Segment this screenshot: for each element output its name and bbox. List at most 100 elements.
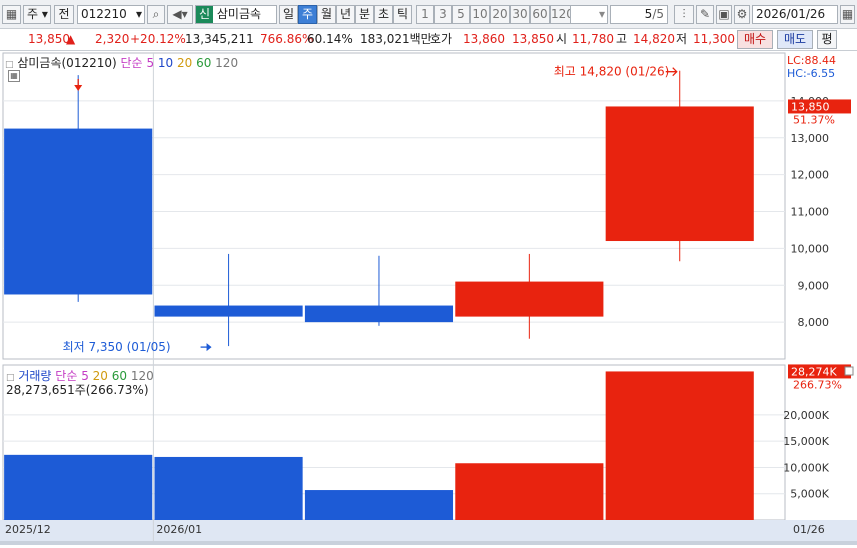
chevron-down-icon: ▾ — [135, 7, 142, 21]
period-button[interactable]: 일 — [279, 5, 298, 24]
period-button[interactable]: 월 — [317, 5, 336, 24]
period-button[interactable]: 틱 — [393, 5, 412, 24]
price-tick-label: 10,000 — [791, 242, 830, 255]
price-tick-label: 11,000 — [791, 206, 830, 219]
chart-canvas[interactable]: 8,0009,00010,00011,00012,00013,00014,000… — [0, 51, 857, 545]
chevron-down-icon: ▾ — [38, 7, 48, 21]
new-listing-badge: 신 — [196, 6, 214, 23]
high-annotation: 최고 14,820 (01/26) — [554, 65, 670, 79]
ma-period-label[interactable]: 20 — [173, 56, 192, 70]
open-price: 11,780 — [572, 32, 614, 46]
up-arrow-icon: ▲ — [66, 32, 76, 46]
bid-label: 호가 — [430, 32, 453, 46]
date-input[interactable]: 2026/01/26 — [752, 5, 838, 24]
market-select[interactable]: 주 ▾ — [23, 5, 51, 24]
price-tick-label: 13,000 — [791, 132, 830, 145]
interval-button[interactable]: 3 — [434, 5, 452, 24]
stock-name: 삼미금속 — [216, 7, 262, 21]
speaker-icon[interactable]: ◀▾ — [167, 5, 193, 24]
period-button[interactable]: 분 — [355, 5, 374, 24]
interval-select[interactable]: ▾ — [570, 5, 608, 24]
current-volume-pct: 266.73% — [793, 378, 842, 391]
volume-tick-label: 20,000K — [783, 409, 829, 422]
candle-body — [4, 128, 153, 295]
interval-button[interactable]: 30 — [510, 5, 530, 24]
quote-bar: 13,850 ▲ 2,320 +20.12% 13,345,211 766.86… — [0, 29, 857, 51]
turnover-rate: 60.14% — [307, 32, 353, 46]
high-label: 고 — [616, 32, 628, 46]
panel-collapse-icon[interactable]: □ — [5, 60, 14, 70]
chart-area: 8,0009,00010,00011,00012,00013,00014,000… — [0, 51, 857, 545]
volume-bar — [455, 463, 604, 520]
market-label: 주 — [27, 7, 39, 21]
ma-period-label[interactable]: 5 — [146, 56, 154, 70]
prev-button[interactable]: 전 — [54, 5, 74, 24]
table-icon[interactable]: ▦ — [8, 70, 20, 82]
search-icon[interactable]: ⌕ — [147, 5, 165, 24]
current-volume-label: 28,274K — [791, 365, 837, 378]
code-value: 012210 — [81, 7, 127, 21]
candle-body — [455, 281, 604, 317]
price-panel-title: 삼미금속(012210) — [17, 56, 117, 70]
trade-amount: 183,021백만 — [360, 32, 432, 46]
volume-tick-label: 10,000K — [783, 461, 829, 474]
ma-period-label[interactable]: 120 — [211, 56, 238, 70]
ma-period-label[interactable]: 60 — [192, 56, 211, 70]
volume-bar — [304, 490, 454, 520]
volume-bar — [4, 454, 153, 520]
interval-button[interactable]: 1 — [416, 5, 434, 24]
bid-price: 13,850 — [512, 32, 554, 46]
volume-tick-label: 15,000K — [783, 435, 829, 448]
calendar-icon[interactable]: ▦ — [840, 5, 855, 24]
volume-ratio: 766.86% — [260, 32, 314, 46]
indicator-icon[interactable]: ⫶ — [674, 5, 694, 24]
gear-icon[interactable]: ⚙ — [734, 5, 750, 24]
price-legend: □ 삼미금속(012210) 단순 5 10 20 60 120 — [5, 54, 238, 71]
low-annotation: 최저 7,350 (01/05) — [63, 340, 171, 354]
price-tick-label: 9,000 — [798, 279, 830, 292]
page-total: /5 — [652, 7, 664, 21]
save-icon[interactable]: ▣ — [716, 5, 732, 24]
hc-label: HC:-6.55 — [787, 67, 835, 80]
volume-bar — [154, 456, 303, 520]
page-field[interactable]: 5/5 — [610, 5, 668, 24]
candle-body — [605, 106, 754, 242]
ma-period-label[interactable]: 10 — [154, 56, 173, 70]
high-price: 14,820 — [633, 32, 675, 46]
interval-button[interactable]: 20 — [490, 5, 510, 24]
x-axis-label: 2025/12 — [5, 523, 51, 536]
current-price-pct: 51.37% — [793, 113, 835, 126]
candle-body — [154, 305, 303, 317]
grid-icon[interactable]: ▦ — [2, 5, 21, 24]
price-ma-label: 단순 — [120, 56, 143, 70]
eval-button[interactable]: 평 — [817, 30, 837, 49]
toolbar: ▦ 주 ▾ 전 012210 ▾ ⌕ ◀▾ 신 삼미금속 일주월년분초틱 1351… — [0, 0, 857, 29]
code-input[interactable]: 012210 ▾ — [77, 5, 145, 24]
buy-button[interactable]: 매수 — [737, 30, 773, 49]
period-button[interactable]: 주 — [298, 5, 317, 24]
lc-label: LC:88.44 — [787, 54, 836, 67]
x-axis-label: 2026/01 — [156, 523, 202, 536]
scrollbar — [0, 541, 857, 545]
price-change: 2,320 — [95, 32, 130, 46]
stock-name-field[interactable]: 신 삼미금속 — [195, 5, 277, 24]
price-tick-label: 8,000 — [798, 316, 830, 329]
volume-summary: 28,273,651주(266.73%) — [6, 383, 149, 397]
open-label: 시 — [556, 32, 568, 46]
period-button[interactable]: 초 — [374, 5, 393, 24]
low-label: 저 — [676, 32, 688, 46]
volume-bar — [605, 371, 754, 520]
draw-icon[interactable]: ✎ — [696, 5, 714, 24]
volume-tick-label: 5,000K — [790, 488, 829, 501]
period-button[interactable]: 년 — [336, 5, 355, 24]
sell-button[interactable]: 매도 — [777, 30, 813, 49]
interval-button[interactable]: 10 — [470, 5, 490, 24]
interval-button[interactable]: 120 — [550, 5, 572, 24]
interval-button[interactable]: 60 — [530, 5, 550, 24]
volume: 13,345,211 — [185, 32, 254, 46]
current-price: 13,850 — [28, 32, 70, 46]
price-change-pct: +20.12% — [130, 32, 186, 46]
candle-body — [304, 305, 454, 323]
chevron-down-icon: ▾ — [598, 7, 605, 21]
interval-button[interactable]: 5 — [452, 5, 470, 24]
